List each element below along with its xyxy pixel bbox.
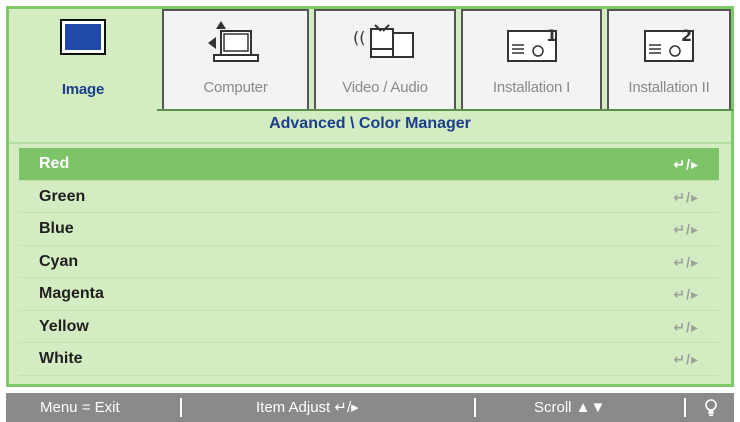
menu-item-label: Magenta — [39, 285, 104, 302]
menu-item-label: Red — [39, 155, 70, 172]
svg-text:2: 2 — [681, 26, 692, 45]
menu-item-green[interactable]: Green ↵/▸ — [19, 181, 719, 213]
menu-item-label: White — [39, 350, 83, 367]
projector-1-icon: 1 — [500, 21, 564, 72]
svg-text:1: 1 — [546, 26, 557, 45]
help-menu-exit: Menu = Exit — [40, 399, 120, 416]
tab-installation-2[interactable]: 2 Installation II — [607, 9, 731, 111]
menu-item-label: Cyan — [39, 252, 79, 270]
svg-text:((: (( — [353, 28, 365, 47]
enter-arrow-icon: ↵/▸ — [673, 221, 699, 237]
divider — [474, 398, 476, 417]
enter-arrow-icon: ↵/▸ — [673, 188, 699, 205]
projector-2-icon: 2 — [637, 21, 701, 72]
menu-item-label: Green — [39, 187, 86, 205]
enter-arrow-icon: ↵/▸ — [673, 318, 699, 335]
tab-image[interactable]: Image — [9, 9, 157, 117]
help-bar: Menu = Exit Item Adjust ↵/▸ Scroll ▲▼ — [6, 393, 734, 422]
help-scroll: Scroll ▲▼ — [534, 399, 606, 416]
computer-icon — [206, 21, 266, 72]
tab-computer[interactable]: Computer — [162, 9, 309, 111]
tab-label: Installation I — [492, 79, 571, 96]
breadcrumb: Advanced \ Color Manager — [269, 115, 471, 132]
enter-arrow-icon: ↵/▸ — [673, 253, 699, 270]
tab-divider — [157, 109, 733, 111]
monitor-icon — [60, 19, 106, 64]
enter-arrow-icon: ↵/▸ — [673, 351, 699, 367]
divider — [180, 398, 182, 417]
video-audio-icon: (( — [353, 21, 417, 70]
enter-arrow-icon: ↵/▸ — [673, 286, 699, 302]
osd-menu-panel: Image Computer ((Video / Audio 1 Instal… — [6, 6, 734, 387]
enter-arrow-icon: ↵/▸ — [673, 156, 699, 172]
tab-bar: Image Computer ((Video / Audio 1 Instal… — [9, 9, 733, 117]
tab-label: Image — [61, 81, 105, 98]
menu-item-blue[interactable]: Blue ↵/▸ — [19, 213, 719, 246]
menu-item-label: Yellow — [39, 317, 89, 335]
menu-item-label: Blue — [39, 220, 74, 237]
tab-video-audio[interactable]: (( Video / Audio — [314, 9, 456, 111]
divider — [9, 142, 731, 144]
tab-label: Computer — [203, 79, 268, 96]
tab-label: Installation II — [628, 79, 710, 96]
divider — [684, 398, 686, 417]
menu-item-cyan[interactable]: Cyan ↵/▸ — [19, 246, 719, 278]
menu-item-red[interactable]: Red ↵/▸ — [19, 148, 719, 181]
menu-item-magenta[interactable]: Magenta ↵/▸ — [19, 278, 719, 311]
tab-label: Video / Audio — [342, 79, 428, 96]
help-item-adjust: Item Adjust ↵/▸ — [256, 399, 359, 416]
menu-item-yellow[interactable]: Yellow ↵/▸ — [19, 311, 719, 343]
color-manager-menu: Red ↵/▸ Green ↵/▸ Blue ↵/▸ Cyan ↵/▸ Mage… — [19, 148, 719, 376]
tab-installation-1[interactable]: 1 Installation I — [461, 9, 602, 111]
lightbulb-icon — [704, 393, 718, 422]
menu-item-white[interactable]: White ↵/▸ — [19, 343, 719, 376]
